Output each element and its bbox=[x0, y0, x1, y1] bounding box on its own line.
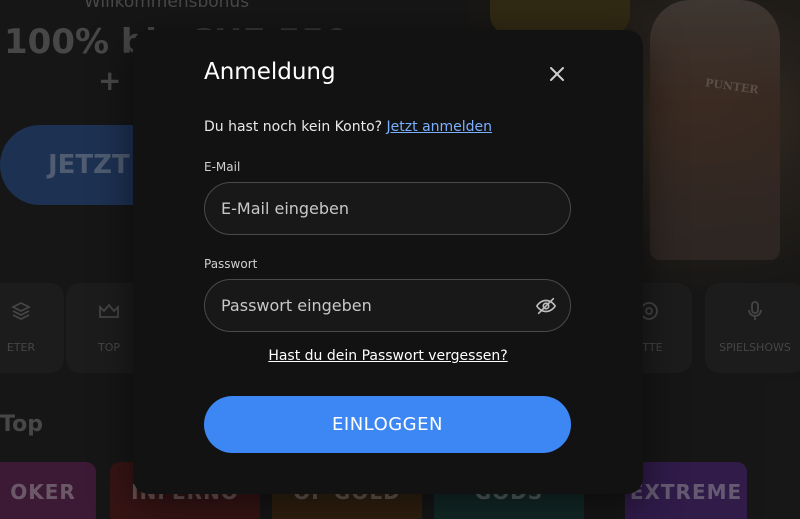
login-button[interactable]: EINLOGGEN bbox=[204, 396, 571, 453]
email-field-wrapper[interactable] bbox=[204, 182, 571, 235]
signup-prompt: Du hast noch kein Konto? bbox=[204, 119, 383, 135]
eye-off-icon[interactable] bbox=[535, 295, 557, 317]
password-label: Passwort bbox=[204, 257, 258, 271]
page: PUNTER Willkommensbonus 100% bis CHF 550… bbox=[0, 0, 800, 519]
signup-row: Du hast noch kein Konto? Jetzt anmelden bbox=[204, 119, 492, 135]
signup-link[interactable]: Jetzt anmelden bbox=[387, 119, 493, 135]
close-icon bbox=[550, 67, 564, 81]
email-label: E-Mail bbox=[204, 160, 241, 174]
close-button[interactable] bbox=[543, 60, 571, 88]
login-modal: Anmeldung Du hast noch kein Konto? Jetzt… bbox=[133, 30, 643, 494]
forgot-password-link[interactable]: Hast du dein Passwort vergessen? bbox=[133, 348, 643, 364]
password-field[interactable] bbox=[221, 280, 521, 331]
email-field[interactable] bbox=[221, 183, 521, 234]
modal-title: Anmeldung bbox=[204, 59, 336, 85]
password-field-wrapper[interactable] bbox=[204, 279, 571, 332]
